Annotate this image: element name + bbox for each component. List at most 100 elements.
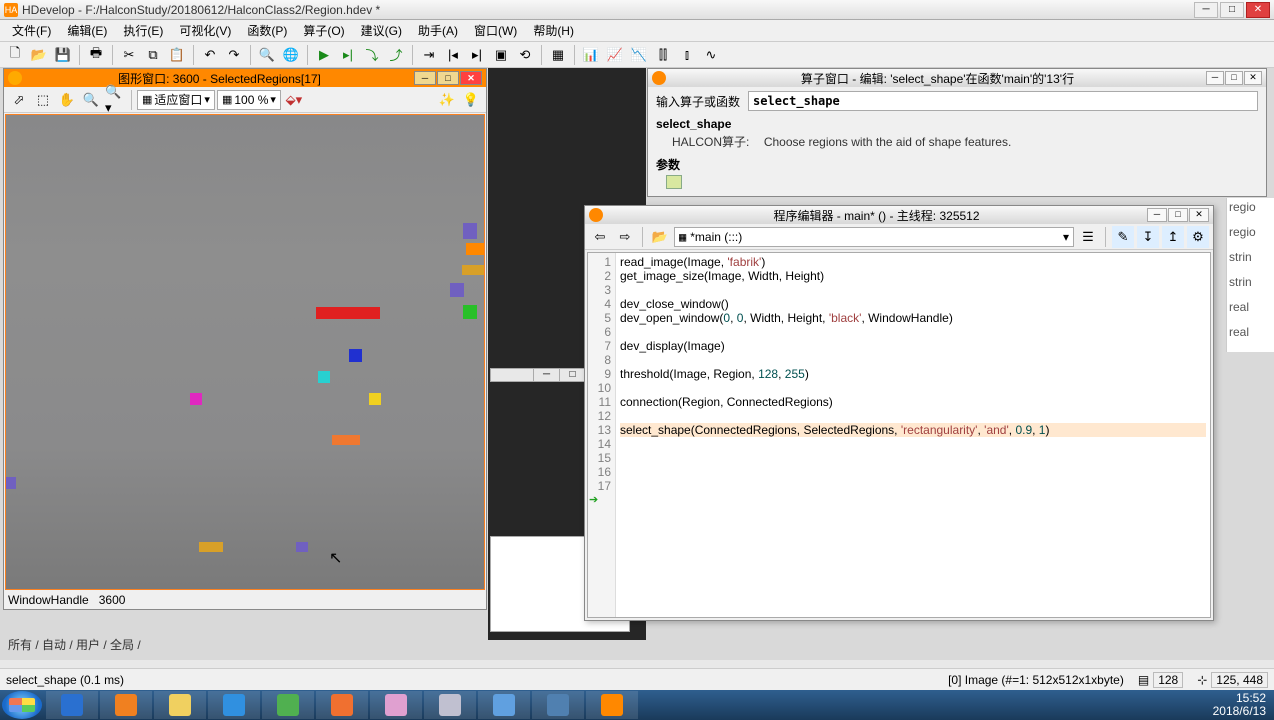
code-text[interactable]: read_image(Image, 'fabrik')get_image_siz… — [616, 253, 1210, 617]
bulb-icon[interactable]: 💡 — [460, 89, 482, 111]
taskbar-app-paint[interactable] — [370, 691, 422, 719]
graphics-canvas[interactable]: ↖ — [5, 114, 485, 590]
edit-icon-2[interactable]: ↧ — [1137, 226, 1159, 248]
menu-assistant[interactable]: 助手(A) — [410, 20, 466, 41]
op-close-button[interactable]: ✕ — [1244, 71, 1262, 85]
run-to-cursor-icon[interactable]: ⇥ — [418, 44, 440, 66]
system-tray[interactable]: 15:52 2018/6/13 — [1207, 692, 1272, 718]
region-rect — [296, 542, 308, 552]
find-icon[interactable]: 🔍 — [256, 44, 278, 66]
menu-file[interactable]: 文件(F) — [4, 20, 59, 41]
redo-icon[interactable]: ↷ — [223, 44, 245, 66]
menu-window[interactable]: 窗口(W) — [466, 20, 525, 41]
open-proc-icon[interactable]: 📂 — [649, 226, 671, 248]
edit-icon-4[interactable]: ⚙ — [1187, 226, 1209, 248]
stop-icon[interactable]: ▣ — [490, 44, 512, 66]
operator-name-input[interactable]: select_shape — [748, 91, 1258, 111]
chart5-icon[interactable]: ⫾ — [676, 44, 698, 66]
fit-combo[interactable]: ▦ 适应窗口 ▾ — [137, 90, 215, 110]
reset-icon[interactable]: ⟲ — [514, 44, 536, 66]
taskbar-app-wps-writer[interactable] — [208, 691, 260, 719]
new-icon[interactable]: 🗋 — [4, 44, 26, 66]
taskbar-app-app2[interactable] — [532, 691, 584, 719]
taskbar-app-ie[interactable] — [46, 691, 98, 719]
open-icon[interactable]: 📂 — [28, 44, 50, 66]
menu-operator[interactable]: 算子(O) — [295, 20, 352, 41]
taskbar-app-explorer[interactable] — [154, 691, 206, 719]
nav-back-icon[interactable]: ⇦ — [589, 226, 611, 248]
taskbar-app-wps-present[interactable] — [316, 691, 368, 719]
menubar: 文件(F) 编辑(E) 执行(E) 可视化(V) 函数(P) 算子(O) 建议(… — [0, 20, 1274, 42]
taskbar-app-calc[interactable] — [424, 691, 476, 719]
code-editor[interactable]: 1234567891011121314151617 read_image(Ima… — [587, 252, 1211, 618]
start-button[interactable] — [2, 691, 42, 719]
menu-help[interactable]: 帮助(H) — [525, 20, 582, 41]
menu-visualize[interactable]: 可视化(V) — [171, 20, 239, 41]
nav-forward-icon[interactable]: ⇨ — [614, 226, 636, 248]
chart4-icon[interactable]: ⫿⫿ — [652, 44, 674, 66]
region-rect — [369, 393, 381, 405]
skip-back-icon[interactable]: |◂ — [442, 44, 464, 66]
menu-suggest[interactable]: 建议(G) — [353, 20, 410, 41]
program-editor-titlebar[interactable]: 程序编辑器 - main* () - 主线程: 325512 ─ □ ✕ — [585, 206, 1213, 224]
work-area: ─□ 图形窗口: 3600 - SelectedRegions[17] ─ □ … — [0, 68, 1274, 660]
taskbar-app-wps-spreadsheet[interactable] — [262, 691, 314, 719]
step-out-icon[interactable]: ⤴ — [385, 44, 407, 66]
prog-minimize-button[interactable]: ─ — [1147, 208, 1167, 222]
skip-fwd-icon[interactable]: ▸| — [466, 44, 488, 66]
menu-edit[interactable]: 编辑(E) — [59, 20, 115, 41]
web-icon[interactable]: 🌐 — [280, 44, 302, 66]
op-maximize-button[interactable]: □ — [1225, 71, 1243, 85]
hand-icon[interactable]: ✋ — [56, 89, 78, 111]
operator-window-titlebar[interactable]: 算子窗口 - 编辑: 'select_shape'在函数'main'的'13'行… — [648, 69, 1266, 87]
graphics-window-icon — [8, 71, 22, 85]
gfx-maximize-button[interactable]: □ — [437, 71, 459, 85]
taskbar-app-hdevelop[interactable] — [586, 691, 638, 719]
chart2-icon[interactable]: 📈 — [604, 44, 626, 66]
taskbar-app-media[interactable] — [100, 691, 152, 719]
graphics-window-titlebar[interactable]: 图形窗口: 3600 - SelectedRegions[17] ─ □ ✕ — [4, 69, 486, 87]
prog-close-button[interactable]: ✕ — [1189, 208, 1209, 222]
undo-icon[interactable]: ↶ — [199, 44, 221, 66]
chart1-icon[interactable]: 📊 — [580, 44, 602, 66]
paste-icon[interactable]: 📋 — [166, 44, 188, 66]
op-params-label: 参数 — [656, 156, 1258, 173]
chart3-icon[interactable]: 📉 — [628, 44, 650, 66]
procedure-selector[interactable]: ▦ *main (:::)▾ — [674, 227, 1074, 247]
gfx-close-button[interactable]: ✕ — [460, 71, 482, 85]
step-into-icon[interactable]: ⤵ — [361, 44, 383, 66]
gfx-minimize-button[interactable]: ─ — [414, 71, 436, 85]
edit-icon-1[interactable]: ✎ — [1112, 226, 1134, 248]
zoom-icon[interactable]: 🔍 — [80, 89, 102, 111]
window-close-button[interactable]: ✕ — [1246, 2, 1270, 18]
select-rect-icon[interactable]: ⬚ — [32, 89, 54, 111]
copy-icon[interactable]: ⧉ — [142, 44, 164, 66]
gfx-status-label: WindowHandle — [8, 593, 89, 607]
wand-icon[interactable]: ✨ — [436, 89, 458, 111]
print-icon[interactable]: 🖶 — [85, 44, 107, 66]
variable-tab-strip[interactable]: 所有 / 自动 / 用户 / 全局 / — [8, 636, 141, 653]
zoom-drop-icon[interactable]: 🔍▾ — [104, 89, 126, 111]
window-minimize-button[interactable]: ─ — [1194, 2, 1218, 18]
zoom-combo[interactable]: ▦ 100 % ▾ — [217, 90, 281, 110]
save-icon[interactable]: 💾 — [52, 44, 74, 66]
taskbar-app-app1[interactable] — [478, 691, 530, 719]
menu-execute[interactable]: 执行(E) — [115, 20, 171, 41]
status-coordinates: 125, 448 — [1211, 672, 1268, 688]
minimized-window-bar[interactable]: ─□ — [490, 368, 586, 382]
color-pick-icon[interactable]: ⬙▾ — [283, 89, 305, 111]
cut-icon[interactable]: ✂ — [118, 44, 140, 66]
window-new-icon[interactable]: ▦ — [547, 44, 569, 66]
app-titlebar: HA HDevelop - F:/HalconStudy/20180612/Ha… — [0, 0, 1274, 20]
edit-icon-3[interactable]: ↥ — [1162, 226, 1184, 248]
menu-procedures[interactable]: 函数(P) — [239, 20, 295, 41]
pointer-icon[interactable]: ⬀ — [8, 89, 30, 111]
step-over-icon[interactable]: ▸| — [337, 44, 359, 66]
window-maximize-button[interactable]: □ — [1220, 2, 1244, 18]
proc-list-icon[interactable]: ☰ — [1077, 226, 1099, 248]
measure-icon[interactable]: ∿ — [700, 44, 722, 66]
run-icon[interactable]: ▶ — [313, 44, 335, 66]
operator-window-icon — [652, 71, 666, 85]
op-minimize-button[interactable]: ─ — [1206, 71, 1224, 85]
prog-maximize-button[interactable]: □ — [1168, 208, 1188, 222]
